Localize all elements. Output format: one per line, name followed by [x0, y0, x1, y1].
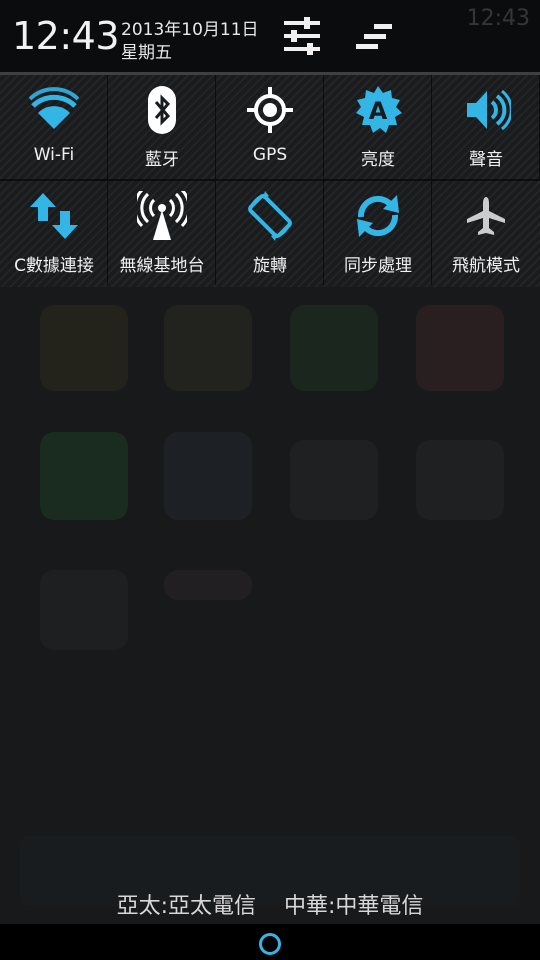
tile-label: GPS	[252, 145, 288, 165]
hotspot-icon	[137, 191, 187, 241]
app-icon-ghost	[40, 305, 128, 391]
tile-label: 亮度	[361, 150, 395, 170]
app-icon-ghost	[164, 305, 252, 391]
airplane-icon	[461, 191, 511, 241]
app-icon-ghost	[290, 305, 378, 391]
tile-gps[interactable]: GPS	[216, 75, 324, 179]
tile-airplane-mode[interactable]: 飛航模式	[432, 181, 540, 285]
app-icon-ghost	[40, 432, 128, 520]
brightness-auto-icon: A	[353, 85, 403, 135]
date: 2013年10月11日	[121, 20, 259, 40]
tile-label: 同步處理	[344, 256, 412, 276]
shade-handle-bar[interactable]	[0, 924, 540, 960]
shade-handle-icon[interactable]	[259, 933, 281, 955]
tile-brightness[interactable]: A 亮度	[324, 75, 432, 179]
settings-toggle-button[interactable]	[280, 14, 324, 58]
status-bar-clock-ghost: 12:43	[466, 6, 530, 31]
mobile-data-icon	[29, 191, 79, 241]
tile-sync[interactable]: 同步處理	[324, 181, 432, 285]
tile-mobile-data[interactable]: C數據連接	[0, 181, 108, 285]
tile-bluetooth[interactable]: 藍牙	[108, 75, 216, 179]
tile-label: 聲音	[469, 150, 503, 170]
notifications-toggle-button[interactable]	[352, 14, 396, 58]
quick-settings-panel: Wi-Fi 藍牙 GPS A 亮度 聲音 C數據連接 無線基地台 旋轉 同步處理…	[0, 75, 540, 287]
stacked-bars-icon	[356, 24, 392, 49]
sync-icon	[353, 191, 403, 241]
app-folder-ghost	[164, 570, 252, 600]
sound-icon	[461, 85, 511, 135]
carrier-label: 中華:中華電信	[284, 894, 424, 919]
wifi-icon	[29, 85, 79, 135]
tile-hotspot[interactable]: 無線基地台	[108, 181, 216, 285]
app-icon-ghost	[164, 432, 252, 520]
tile-label: 飛航模式	[452, 256, 520, 276]
quick-settings-row: C數據連接 無線基地台 旋轉 同步處理 飛航模式	[0, 181, 540, 287]
sliders-icon	[284, 17, 320, 55]
app-folder-ghost	[416, 440, 504, 520]
tile-label: 藍牙	[145, 150, 179, 170]
gps-icon	[245, 85, 295, 135]
tile-rotate[interactable]: 旋轉	[216, 181, 324, 285]
quick-settings-row: Wi-Fi 藍牙 GPS A 亮度 聲音	[0, 75, 540, 181]
shade-header: 12:43 2013年10月11日 星期五 12:43	[0, 0, 540, 72]
carrier-label: 亞太:亞太電信	[116, 894, 256, 919]
tile-sound[interactable]: 聲音	[432, 75, 540, 179]
tile-label: C數據連接	[14, 256, 94, 276]
tile-label: 無線基地台	[119, 256, 205, 276]
weekday: 星期五	[121, 43, 172, 63]
rotate-icon	[245, 191, 295, 241]
carrier-labels: 亞太:亞太電信 中華:中華電信	[0, 888, 540, 920]
tile-label: 旋轉	[253, 256, 287, 276]
tile-wifi[interactable]: Wi-Fi	[0, 75, 108, 179]
bluetooth-icon	[137, 85, 187, 135]
notification-shade: 12:43 2013年10月11日 星期五 12:43 Wi-Fi 藍牙 GPS…	[0, 0, 540, 960]
svg-text:A: A	[369, 97, 388, 125]
tile-label: Wi-Fi	[33, 145, 75, 165]
app-folder-ghost	[40, 570, 128, 650]
app-icon-ghost	[416, 305, 504, 391]
clock: 12:43	[12, 14, 120, 58]
app-folder-ghost	[290, 440, 378, 520]
